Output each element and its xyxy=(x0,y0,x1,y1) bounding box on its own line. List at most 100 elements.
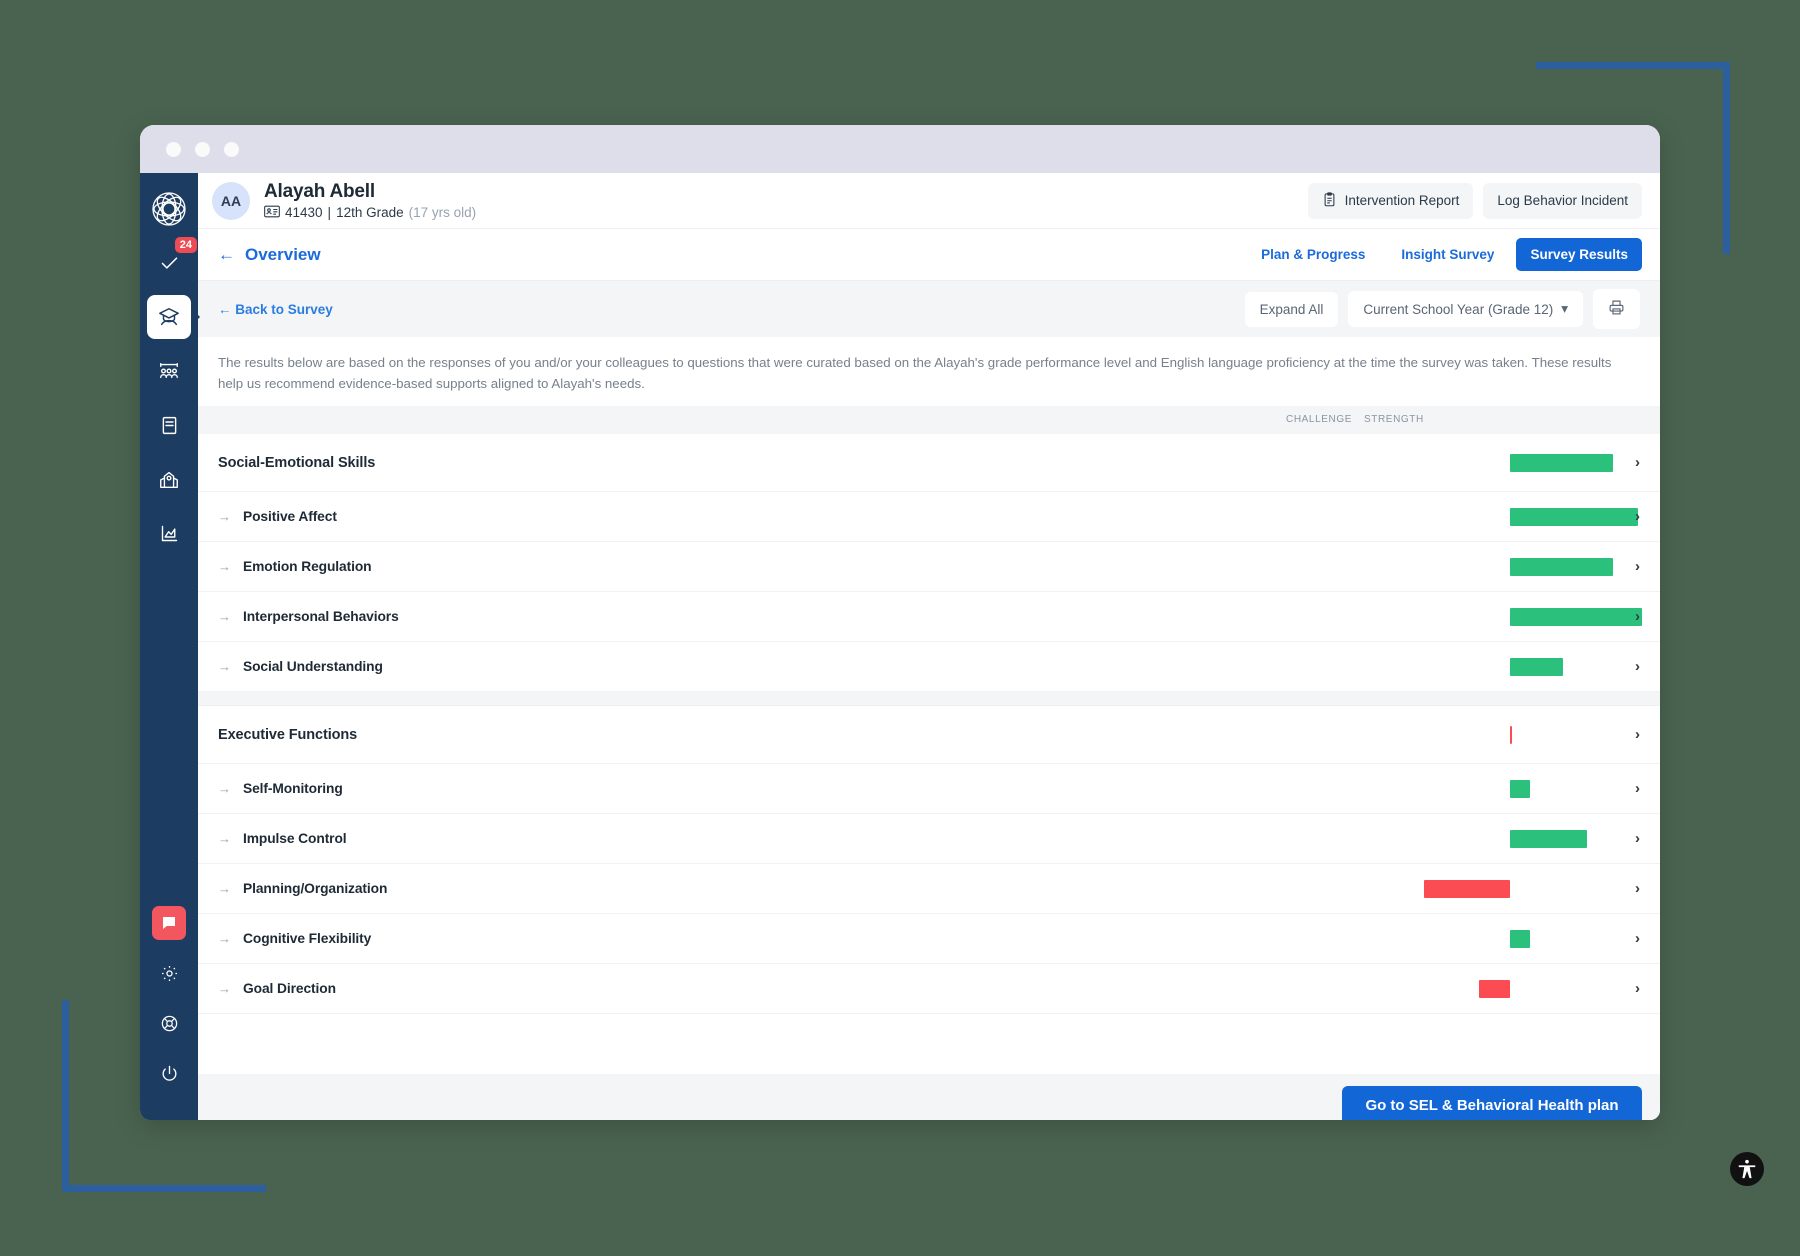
sidebar-item-reports[interactable] xyxy=(147,511,191,555)
student-grade: 12th Grade xyxy=(336,205,404,220)
school-year-label: Current School Year (Grade 12) xyxy=(1363,301,1554,317)
bar-challenge xyxy=(1424,879,1510,898)
bar-strength xyxy=(1510,557,1614,576)
intervention-report-button[interactable]: Intervention Report xyxy=(1307,182,1474,219)
back-to-survey-link[interactable]: ← Back to Survey xyxy=(218,302,333,317)
skill-label: Emotion Regulation xyxy=(243,559,372,575)
arrow-right-icon: → xyxy=(218,831,231,847)
chevron-right-icon[interactable]: › xyxy=(1635,930,1640,947)
arrow-right-icon: → xyxy=(218,609,231,625)
skill-row-social-understanding[interactable]: → Social Understanding › xyxy=(198,642,1660,693)
skill-label: Goal Direction xyxy=(243,981,336,997)
tab-plan-and-progress[interactable]: Plan & Progress xyxy=(1247,238,1379,271)
clipboard-icon xyxy=(1322,191,1337,210)
window-dot-maximize[interactable] xyxy=(224,141,239,157)
skill-row-self-monitoring[interactable]: → Self-Monitoring › xyxy=(198,764,1660,815)
id-card-icon xyxy=(264,205,280,221)
bar-strength xyxy=(1510,607,1642,626)
chevron-right-icon[interactable]: › xyxy=(1635,780,1640,797)
window-dot-minimize[interactable] xyxy=(195,141,210,157)
student-meta: Alayah Abell 41430 | 12th Grade (17 yrs … xyxy=(264,181,476,221)
bar-track xyxy=(1290,657,1660,676)
skill-label: Cognitive Flexibility xyxy=(243,931,372,947)
bar-track xyxy=(1290,979,1660,998)
skill-row-goal-direction[interactable]: → Goal Direction › xyxy=(198,964,1660,1015)
chevron-right-icon[interactable]: › xyxy=(1635,726,1640,743)
bar-track xyxy=(1290,507,1660,526)
window-dot-close[interactable] xyxy=(166,141,181,157)
lifebuoy-icon[interactable] xyxy=(152,1006,186,1040)
screenshot-stage: 24 AA Alayah Abell 41430 | 12th Grade (1… xyxy=(0,0,1800,1256)
sidebar-item-tasks[interactable]: 24 xyxy=(147,237,197,285)
bar-track xyxy=(1290,879,1660,898)
chevron-right-icon[interactable]: › xyxy=(1635,558,1640,575)
skill-row-planning-organization[interactable]: → Planning/Organization › xyxy=(198,864,1660,915)
legend-row: CHALLENGE STRENGTH xyxy=(198,406,1660,435)
arrow-right-icon: → xyxy=(218,509,231,525)
chevron-right-icon[interactable]: › xyxy=(1635,508,1640,525)
chevron-right-icon[interactable]: › xyxy=(1635,830,1640,847)
sel-behavioral-health-plan-button[interactable]: Go to SEL & Behavioral Health plan xyxy=(1342,1086,1642,1120)
skill-label: Self-Monitoring xyxy=(243,781,343,797)
sidebar-item-groups[interactable] xyxy=(147,349,191,393)
tabs: Plan & Progress Insight Survey Survey Re… xyxy=(1247,238,1642,271)
section-divider xyxy=(198,692,1660,707)
student-header: AA Alayah Abell 41430 | 12th Grade (17 y… xyxy=(198,173,1660,229)
log-behavior-incident-button[interactable]: Log Behavior Incident xyxy=(1483,182,1642,219)
accessibility-icon[interactable] xyxy=(1730,1152,1764,1186)
bar-zero-marker xyxy=(1510,725,1512,744)
tab-survey-results[interactable]: Survey Results xyxy=(1516,238,1642,271)
print-button[interactable] xyxy=(1593,289,1640,329)
bar-track xyxy=(1290,929,1660,948)
gear-icon[interactable] xyxy=(152,956,186,990)
navigation-tabs-bar: ← Overview Plan & Progress Insight Surve… xyxy=(198,229,1660,281)
bar-track xyxy=(1290,725,1660,744)
school-year-select[interactable]: Current School Year (Grade 12) ▾ xyxy=(1348,291,1583,327)
results-description: The results below are based on the respo… xyxy=(218,355,1612,391)
student-id: 41430 xyxy=(285,205,323,220)
printer-icon xyxy=(1608,299,1625,319)
chevron-right-icon[interactable]: › xyxy=(1635,658,1640,675)
skill-row-interpersonal-behaviors[interactable]: → Interpersonal Behaviors › xyxy=(198,592,1660,643)
section-row-social-emotional-skills[interactable]: Social-Emotional Skills › xyxy=(198,434,1660,493)
skill-row-positive-affect[interactable]: → Positive Affect › xyxy=(198,492,1660,543)
skill-row-emotion-regulation[interactable]: → Emotion Regulation › xyxy=(198,542,1660,593)
avatar: AA xyxy=(212,181,250,220)
app-logo-icon[interactable] xyxy=(147,187,191,231)
chevron-right-icon[interactable]: › xyxy=(1635,880,1640,897)
arrow-right-icon: → xyxy=(218,781,231,797)
bar-strength xyxy=(1510,453,1614,472)
sidebar-item-students[interactable] xyxy=(147,295,191,339)
chevron-right-icon[interactable]: › xyxy=(1635,454,1640,471)
skill-label: Planning/Organization xyxy=(243,881,388,897)
sidebar: 24 xyxy=(140,173,198,1120)
back-arrow-icon: ← xyxy=(218,244,235,264)
skill-label: Interpersonal Behaviors xyxy=(243,609,399,625)
section-label: Executive Functions xyxy=(218,726,358,743)
bar-strength xyxy=(1510,507,1638,526)
arrow-right-icon: → xyxy=(218,981,231,997)
skill-row-impulse-control[interactable]: → Impulse Control › xyxy=(198,814,1660,865)
expand-all-button[interactable]: Expand All xyxy=(1244,291,1339,327)
bar-track xyxy=(1290,829,1660,848)
chevron-right-icon[interactable]: › xyxy=(1635,608,1640,625)
power-icon[interactable] xyxy=(152,1056,186,1090)
chat-bubble-icon[interactable] xyxy=(152,906,186,940)
sidebar-item-school[interactable] xyxy=(147,457,191,501)
section-label: Social-Emotional Skills xyxy=(218,454,376,471)
header-actions: Intervention Report Log Behavior Inciden… xyxy=(1307,182,1642,219)
sidebar-item-library[interactable] xyxy=(147,403,191,447)
tasks-badge: 24 xyxy=(174,237,197,253)
main-content: AA Alayah Abell 41430 | 12th Grade (17 y… xyxy=(198,173,1660,1120)
student-age: (17 yrs old) xyxy=(408,205,477,220)
skill-row-cognitive-flexibility[interactable]: → Cognitive Flexibility › xyxy=(198,914,1660,965)
overview-back-link[interactable]: ← Overview xyxy=(218,245,321,265)
skill-label: Impulse Control xyxy=(243,831,347,847)
intervention-report-label: Intervention Report xyxy=(1344,193,1460,208)
tab-insight-survey[interactable]: Insight Survey xyxy=(1387,238,1508,271)
chevron-right-icon[interactable]: › xyxy=(1635,980,1640,997)
bar-strength xyxy=(1510,929,1530,948)
bar-track xyxy=(1290,557,1660,576)
toolbar-right-group: Expand All Current School Year (Grade 12… xyxy=(1244,289,1640,329)
section-row-executive-functions[interactable]: Executive Functions › xyxy=(198,706,1660,765)
